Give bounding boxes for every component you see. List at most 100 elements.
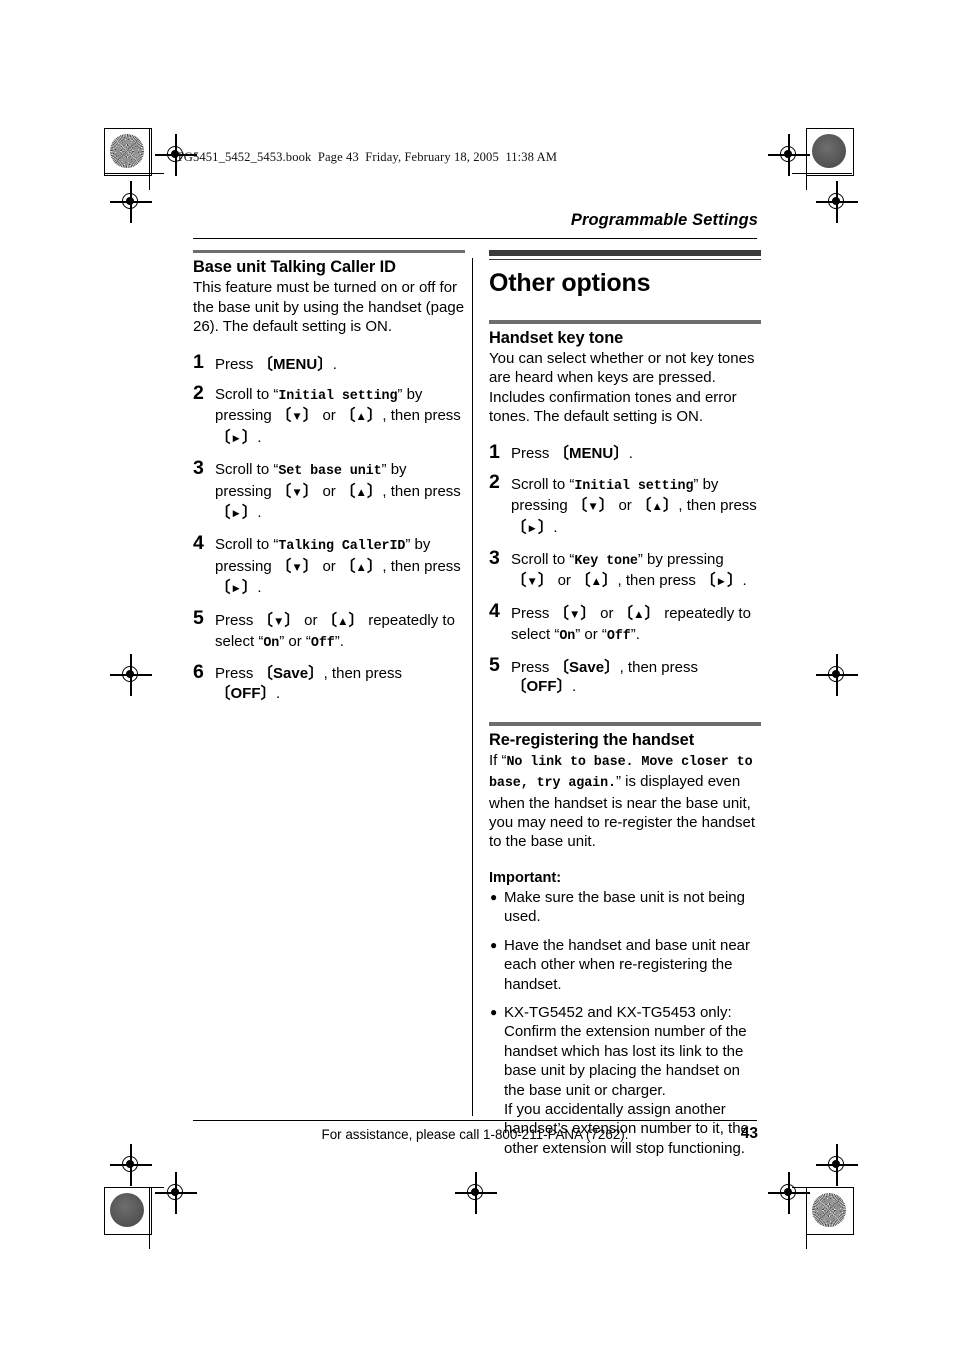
step-text: Press 〔▼〕 or 〔▲〕 repeatedly to select “O… (511, 604, 751, 645)
bullet-text: Have the handset and base unit near each… (504, 936, 751, 993)
bullet-icon: ● (490, 937, 498, 952)
display-text: Set base unit (278, 464, 382, 480)
step-text: Scroll to “Talking CallerID” by pressing… (215, 536, 461, 597)
display-text: On (263, 636, 280, 652)
key-down-icon: 〔▼〕 (553, 604, 596, 622)
key-menu-label: 〔MENU〕 (257, 355, 333, 373)
step-item: 4 Press 〔▼〕 or 〔▲〕 repeatedly to select “… (489, 600, 761, 647)
key-up-icon: 〔▲〕 (339, 557, 383, 575)
left-heading-rule (193, 250, 465, 254)
bullet-text: Make sure the base unit is not being use… (504, 888, 745, 926)
re-register-heading-rule (489, 722, 761, 726)
other-options-heading: Other options (489, 269, 651, 298)
key-down-icon: 〔▼〕 (275, 557, 319, 575)
step-number: 2 (193, 381, 204, 404)
step-number: 6 (193, 660, 204, 683)
key-up-icon: 〔▲〕 (635, 497, 679, 515)
key-save-label: 〔Save〕 (257, 665, 324, 683)
step-item: 3 Scroll to “Key tone” by pressing 〔▼〕 or… (489, 546, 761, 593)
key-right-icon: 〔►〕 (215, 504, 258, 522)
right-spacer-4 (489, 852, 761, 870)
step-item: 2 Scroll to “Initial setting” by pressing… (193, 381, 465, 449)
step-text: Press 〔Save〕, then press 〔OFF〕. (511, 658, 698, 696)
step-number: 3 (489, 546, 500, 569)
step-item: 4 Scroll to “Talking CallerID” by pressin… (193, 531, 465, 599)
important-label: Important: (489, 869, 562, 886)
key-up-icon: 〔▲〕 (321, 611, 365, 629)
step-text: Press 〔MENU〕. (215, 355, 337, 373)
key-up-icon: 〔▲〕 (575, 572, 618, 590)
step-text: Scroll to “Initial setting” by pressing … (215, 386, 461, 446)
left-section-heading: Base unit Talking Caller ID (193, 258, 396, 277)
bullet-item: ● Make sure the base unit is not being us… (489, 888, 761, 927)
book-file-line: TG5451_5452_5453.book Page 43 Friday, Fe… (176, 150, 558, 164)
step-text: Press 〔Save〕, then press 〔OFF〕. (215, 665, 402, 702)
important-bullet-list: ● Make sure the base unit is not being us… (489, 888, 761, 1158)
key-down-icon: 〔▼〕 (511, 572, 554, 590)
step-item: 3 Scroll to “Set base unit” by pressing 〔… (193, 456, 465, 524)
left-column: Base unit Talking Caller ID This feature… (193, 250, 465, 703)
page-number: 43 (740, 1125, 758, 1142)
step-number: 2 (489, 471, 500, 494)
left-step-list: 1 Press 〔MENU〕. 2 Scroll to “Initial settin… (193, 351, 465, 704)
manual-page: TG5451_5452_5453.book Page 43 Friday, Fe… (0, 0, 954, 1351)
display-text: No link to base. Move closer to base, tr… (489, 754, 753, 792)
key-right-icon: 〔►〕 (215, 579, 258, 597)
step-number: 3 (193, 456, 204, 479)
key-up-icon: 〔▲〕 (339, 407, 383, 425)
step-item: 1 Press 〔MENU〕. (193, 351, 465, 374)
other-options-rule-thin (489, 258, 761, 261)
re-register-intro: If “No link to base. Move closer to base… (489, 751, 755, 851)
key-down-icon: 〔▼〕 (257, 611, 300, 629)
right-spacer-1 (489, 298, 761, 320)
key-off-label: 〔OFF〕 (215, 684, 277, 702)
step-text: Scroll to “Set base unit” by pressing 〔▼… (215, 461, 461, 522)
step-text: Press 〔MENU〕. (511, 445, 633, 463)
step-text: Press 〔▼〕 or 〔▲〕 repeatedly to select “O… (215, 611, 455, 652)
step-item: 6 Press 〔Save〕, then press 〔OFF〕. (193, 660, 465, 703)
step-number: 5 (489, 654, 500, 677)
step-item: 5 Press 〔Save〕, then press 〔OFF〕. (489, 654, 761, 697)
display-text: Off (606, 629, 631, 645)
step-number: 4 (489, 600, 500, 623)
key-right-icon: 〔►〕 (700, 572, 743, 590)
display-text: Initial setting (278, 389, 398, 405)
key-down-icon: 〔▼〕 (275, 482, 319, 500)
step-item: 2 Scroll to “Initial setting” by pressing… (489, 471, 761, 539)
display-text: Talking CallerID (278, 539, 406, 555)
display-text: Off (310, 636, 335, 652)
key-tone-heading-rule (489, 320, 761, 324)
step-text: Scroll to “Key tone” by pressing 〔▼〕 or … (511, 551, 747, 590)
bullet-item: ● Have the handset and base unit near eac… (489, 936, 761, 994)
left-section-intro: This feature must be turned on or off fo… (193, 279, 465, 336)
step-number: 1 (193, 351, 204, 374)
bullet-icon: ● (490, 1004, 498, 1019)
key-tone-intro: You can select whether or not key tones … (489, 349, 755, 425)
display-text: Key tone (574, 554, 638, 570)
key-save-label: 〔Save〕 (553, 658, 620, 676)
other-options-rule-thick (489, 250, 761, 257)
key-right-icon: 〔►〕 (511, 518, 554, 536)
right-spacer-2 (489, 426, 761, 444)
right-column: Other options Handset key tone You can s… (489, 250, 761, 1158)
step-number: 4 (193, 531, 204, 554)
re-register-heading: Re-registering the handset (489, 730, 695, 749)
column-divider (472, 258, 474, 1116)
footer-assistance-text: For assistance, please call 1-800-211-PA… (321, 1127, 629, 1142)
header-rule (193, 238, 757, 240)
footer-rule (193, 1120, 757, 1122)
key-off-label: 〔OFF〕 (511, 678, 573, 696)
running-head-title: Programmable Settings (570, 211, 758, 229)
key-tone-step-list: 1 Press 〔MENU〕. 2 Scroll to “Initial settin… (489, 440, 761, 697)
key-down-icon: 〔▼〕 (275, 407, 319, 425)
key-tone-heading: Handset key tone (489, 328, 624, 347)
step-item: 5 Press 〔▼〕 or 〔▲〕 repeatedly to select “… (193, 607, 465, 654)
bullet-icon: ● (490, 889, 498, 904)
key-menu-label: 〔MENU〕 (553, 445, 629, 463)
step-text: Scroll to “Initial setting” by pressing … (511, 475, 757, 536)
display-text: On (559, 629, 576, 645)
step-number: 5 (193, 607, 204, 630)
step-number: 1 (489, 440, 500, 463)
display-text: Initial setting (574, 478, 694, 494)
step-item: 1 Press 〔MENU〕. (489, 440, 761, 463)
